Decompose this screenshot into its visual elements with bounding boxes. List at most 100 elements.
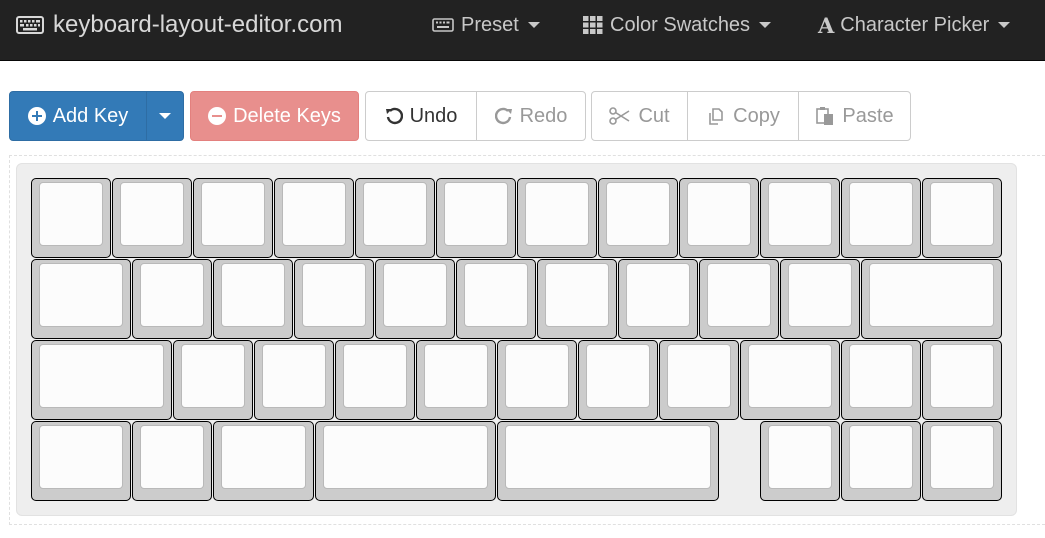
keyboard-key[interactable] — [922, 178, 1002, 258]
keyboard-key[interactable] — [112, 178, 192, 258]
keyboard-key[interactable] — [517, 178, 597, 258]
paste-button[interactable]: Paste — [798, 91, 911, 141]
keyboard-key[interactable] — [739, 340, 840, 420]
keyboard-key[interactable] — [31, 421, 132, 501]
scissors-icon — [609, 107, 631, 125]
keycap-top — [930, 425, 994, 489]
color-swatches-label: Color Swatches — [610, 13, 751, 36]
keycap-top — [39, 344, 164, 408]
keyboard-key[interactable] — [537, 259, 618, 339]
navbar: keyboard-layout-editor.com Preset Color … — [0, 0, 1045, 61]
keyboard-key[interactable] — [577, 340, 658, 420]
keyboard-key[interactable] — [132, 259, 213, 339]
chevron-down-icon — [527, 22, 540, 28]
keyboard-key[interactable] — [415, 340, 496, 420]
keyboard-key[interactable] — [132, 421, 213, 501]
keycap-top — [747, 344, 832, 408]
keyboard-key[interactable] — [841, 340, 921, 420]
keyboard-key[interactable] — [334, 340, 415, 420]
keyboard-icon — [432, 18, 454, 32]
keyboard-key[interactable] — [31, 259, 132, 339]
keyboard-key[interactable] — [31, 178, 111, 258]
grid-icon — [583, 16, 603, 34]
keyboard-key[interactable] — [618, 259, 699, 339]
keyboard-key[interactable] — [496, 340, 577, 420]
keycap-top — [464, 263, 529, 327]
keycap-top — [221, 263, 286, 327]
keyboard-key[interactable] — [780, 259, 861, 339]
cut-button[interactable]: Cut — [591, 91, 688, 141]
color-swatches-menu[interactable]: Color Swatches — [583, 0, 772, 50]
keyboard-key[interactable] — [496, 421, 719, 501]
add-key-dropdown-button[interactable] — [146, 91, 184, 141]
keycap-top — [39, 425, 124, 489]
keycap-top — [768, 425, 832, 489]
keyboard-key[interactable] — [922, 421, 1002, 501]
keyboard-key[interactable] — [213, 259, 294, 339]
keyboard-key[interactable] — [213, 421, 314, 501]
keycap-top — [849, 182, 913, 246]
keycap-top — [282, 182, 346, 246]
keyboard-key[interactable] — [861, 259, 1002, 339]
keycap-top — [930, 182, 994, 246]
keyboard-key[interactable] — [841, 421, 921, 501]
keyboard-key[interactable] — [658, 340, 739, 420]
keycap-top — [221, 425, 306, 489]
redo-button[interactable]: Redo — [476, 91, 586, 141]
brand-link[interactable]: keyboard-layout-editor.com — [16, 0, 342, 50]
keyboard-key[interactable] — [375, 259, 456, 339]
keycap-top — [383, 263, 448, 327]
chevron-down-icon — [759, 22, 772, 28]
preset-label: Preset — [461, 13, 519, 36]
keycap-top — [39, 263, 124, 327]
keyboard-key[interactable] — [760, 178, 840, 258]
keycap-top — [788, 263, 853, 327]
keycap-top — [140, 263, 205, 327]
keycap-top — [444, 182, 508, 246]
keycap-top — [504, 344, 569, 408]
redo-icon — [494, 107, 513, 125]
keyboard-key[interactable] — [598, 178, 678, 258]
keyboard-key[interactable] — [922, 340, 1002, 420]
keycap-top — [626, 263, 691, 327]
cut-label: Cut — [638, 104, 670, 127]
keyboard-key[interactable] — [31, 340, 172, 420]
keycap-top — [342, 344, 407, 408]
keycap-top — [39, 182, 103, 246]
font-icon: A — [818, 12, 835, 38]
plus-circle-icon — [27, 107, 46, 125]
keycap-top — [707, 263, 772, 327]
keyboard-key[interactable] — [253, 340, 334, 420]
keyboard-key[interactable] — [172, 340, 253, 420]
undo-button[interactable]: Undo — [365, 91, 477, 141]
delete-keys-button[interactable]: Delete Keys — [190, 91, 359, 141]
keyboard-key[interactable] — [193, 178, 273, 258]
keyboard-key[interactable] — [699, 259, 780, 339]
keycap-top — [525, 182, 589, 246]
preset-menu[interactable]: Preset — [432, 0, 540, 50]
keyboard-key[interactable] — [314, 421, 496, 501]
keycap-top — [869, 263, 994, 327]
keycap-top — [261, 344, 326, 408]
add-key-button[interactable]: Add Key — [9, 91, 147, 141]
keyboard-key[interactable] — [294, 259, 375, 339]
chevron-down-icon — [159, 113, 171, 119]
copy-button[interactable]: Copy — [687, 91, 799, 141]
keyboard-key[interactable] — [456, 259, 537, 339]
keycap-top — [606, 182, 670, 246]
keycap-top — [687, 182, 751, 246]
paste-icon — [815, 106, 835, 126]
keyboard-key[interactable] — [274, 178, 354, 258]
keyboard-key[interactable] — [760, 421, 840, 501]
keycap-top — [302, 263, 367, 327]
keyboard-key[interactable] — [355, 178, 435, 258]
paste-label: Paste — [842, 104, 894, 127]
keycap-top — [849, 425, 913, 489]
keyboard-key[interactable] — [436, 178, 516, 258]
delete-keys-label: Delete Keys — [233, 104, 341, 127]
keyboard-key[interactable] — [841, 178, 921, 258]
keyboard-key[interactable] — [679, 178, 759, 258]
minus-circle-icon — [208, 107, 227, 125]
copy-label: Copy — [733, 104, 780, 127]
character-picker-menu[interactable]: A Character Picker — [818, 0, 1011, 50]
